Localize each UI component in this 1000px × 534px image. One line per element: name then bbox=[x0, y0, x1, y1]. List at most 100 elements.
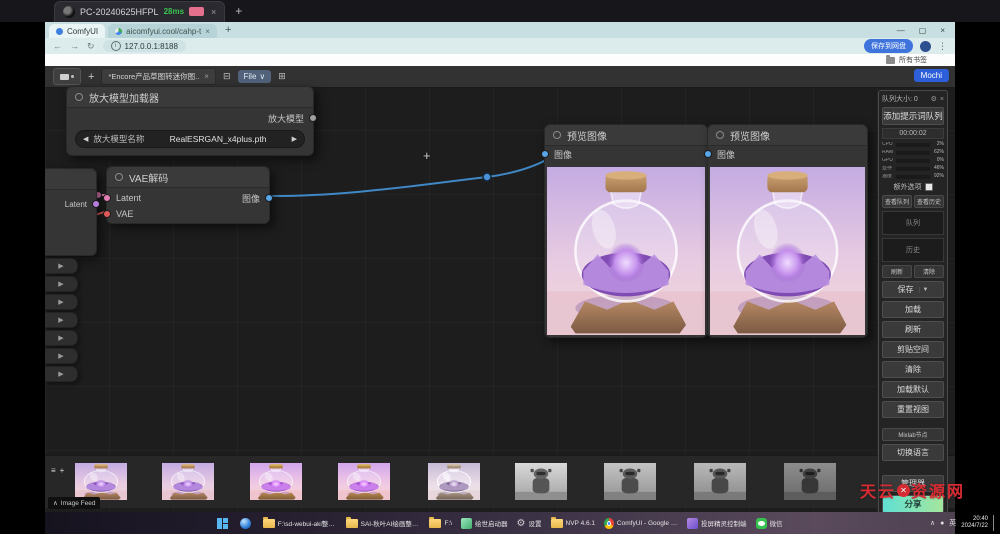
tray-status-icon[interactable]: ● bbox=[940, 520, 944, 527]
remote-session-tab[interactable]: PC-20240625HFPL 28ms × bbox=[54, 1, 225, 22]
close-workflow-icon[interactable]: × bbox=[204, 72, 209, 81]
close-tab-icon[interactable]: × bbox=[205, 27, 210, 36]
collapse-dot-icon[interactable] bbox=[75, 93, 83, 101]
show-desktop-button[interactable] bbox=[993, 515, 996, 531]
workflow-tab[interactable]: *Encore产品草图转迷你图.. × bbox=[101, 68, 216, 85]
save-workflow-icon[interactable]: ⊟ bbox=[223, 71, 231, 82]
collapsed-node[interactable]: ▶ bbox=[45, 294, 78, 310]
image-input-slot[interactable] bbox=[541, 150, 549, 158]
taskbar-launcher[interactable]: 绘世启动器 bbox=[461, 518, 508, 529]
feed-thumbnail[interactable] bbox=[784, 463, 836, 500]
profile-avatar[interactable] bbox=[920, 41, 931, 52]
collapsed-node[interactable]: ▶ bbox=[45, 312, 78, 328]
node-preview-image-2[interactable]: 预览图像 图像 bbox=[707, 124, 868, 338]
view-queue-button[interactable]: 查看队列 bbox=[882, 195, 912, 208]
upscale-model-name-widget[interactable]: ◀ 放大模型名称 RealESRGAN_x4plus.pth ▶ bbox=[75, 130, 305, 148]
clear-button[interactable]: 清除 bbox=[882, 361, 944, 378]
latent-output-slot[interactable] bbox=[92, 200, 100, 208]
collapse-dot-icon[interactable] bbox=[115, 173, 123, 181]
taskbar-app[interactable]: 投屏精灵控制端 bbox=[687, 518, 747, 529]
clock[interactable]: 20:40 2024/7/22 bbox=[961, 516, 988, 530]
taskbar-folder-3[interactable]: F:\ bbox=[429, 519, 452, 528]
maximize-window-icon[interactable]: ▢ bbox=[919, 26, 927, 35]
clipspace-button[interactable]: 剪贴空间 bbox=[882, 341, 944, 358]
upscale-model-output-slot[interactable] bbox=[309, 114, 317, 122]
vae-input-slot[interactable] bbox=[103, 210, 111, 218]
image-output-slot[interactable] bbox=[265, 194, 273, 202]
comfyui-canvas[interactable]: + *Encore产品草图转迷你图.. × ⊟ File ∨ ⊞ Mochi L… bbox=[45, 66, 955, 512]
collapsed-node[interactable]: ▶ bbox=[45, 258, 78, 274]
feed-thumbnail[interactable] bbox=[250, 463, 302, 500]
close-panel-icon[interactable]: × bbox=[940, 96, 944, 103]
collapse-dot-icon[interactable] bbox=[553, 131, 561, 139]
back-icon[interactable]: ← bbox=[53, 41, 62, 51]
view-history-button[interactable]: 查看历史 bbox=[914, 195, 944, 208]
load-default-button[interactable]: 加载默认 bbox=[882, 381, 944, 398]
file-menu-button[interactable]: File ∨ bbox=[238, 70, 272, 83]
forward-icon[interactable]: → bbox=[70, 41, 79, 51]
new-tab-button[interactable]: + bbox=[225, 24, 231, 36]
collapse-dot-icon[interactable] bbox=[716, 131, 724, 139]
browser-tab-comfyui[interactable]: ComfyUI bbox=[49, 24, 105, 38]
new-workflow-button[interactable]: + bbox=[88, 71, 94, 83]
collapsed-node[interactable]: ▶ bbox=[45, 276, 78, 292]
image-input-slot[interactable] bbox=[704, 150, 712, 158]
taskbar-folder-1[interactable]: F:\sd-webui-aki整合包 bbox=[263, 518, 337, 528]
browser-menu-icon[interactable]: ⋮ bbox=[938, 41, 947, 52]
feed-list-icon[interactable]: ≡ bbox=[51, 466, 56, 475]
new-session-button[interactable]: + bbox=[235, 4, 242, 18]
feed-pin-icon[interactable]: + bbox=[60, 466, 65, 475]
taskbar-wechat[interactable]: 微信 bbox=[756, 518, 783, 529]
latent-input-slot[interactable] bbox=[103, 194, 111, 202]
layout-grid-icon[interactable]: ⊞ bbox=[278, 71, 286, 82]
address-bar[interactable]: i 127.0.0.1:8188 bbox=[103, 40, 186, 52]
node-partial-left[interactable]: Latent bbox=[45, 168, 97, 256]
next-value-icon[interactable]: ▶ bbox=[292, 135, 297, 143]
feed-thumbnail[interactable] bbox=[75, 463, 127, 500]
mochi-button[interactable]: Mochi bbox=[914, 69, 949, 82]
reset-view-button[interactable]: 重置视图 bbox=[882, 401, 944, 418]
taskbar-browser[interactable] bbox=[240, 518, 254, 529]
feed-thumbnail[interactable] bbox=[515, 463, 567, 500]
feed-thumbnail[interactable] bbox=[338, 463, 390, 500]
settings-gear-icon[interactable]: ⚙ bbox=[931, 95, 937, 103]
image-feed-label[interactable]: ∧ Image Feed bbox=[48, 497, 100, 509]
feed-thumbnail[interactable] bbox=[428, 463, 480, 500]
switch-language-button[interactable]: 切换语言 bbox=[882, 444, 944, 461]
browser-tab-secondary[interactable]: aicomfyui.cool/cahp-t × bbox=[108, 24, 217, 38]
queue-prompt-button[interactable]: 添加提示词队列 bbox=[882, 107, 944, 125]
taskbar-chrome[interactable]: ComfyUI - Google Chro bbox=[604, 518, 678, 529]
feed-thumbnail[interactable] bbox=[604, 463, 656, 500]
extension-badge[interactable]: 保存到网盘 bbox=[864, 39, 913, 53]
close-session-icon[interactable]: × bbox=[211, 7, 216, 17]
taskbar-folder-4[interactable]: NVP 4.6.1 bbox=[551, 519, 596, 528]
minimize-window-icon[interactable]: — bbox=[897, 26, 905, 35]
collapsed-node[interactable]: ▶ bbox=[45, 366, 78, 382]
taskbar-settings[interactable]: ⚙设置 bbox=[517, 518, 542, 529]
ime-indicator[interactable]: 英 bbox=[949, 518, 956, 528]
refresh-button[interactable]: 刷新 bbox=[882, 321, 944, 338]
extra-options-checkbox[interactable] bbox=[925, 183, 933, 191]
site-info-icon[interactable]: i bbox=[111, 41, 121, 51]
save-button[interactable]: 保存 ▼ bbox=[882, 281, 944, 298]
start-button[interactable] bbox=[217, 518, 231, 529]
mixlab-nodes-button[interactable]: Mixlab节点 bbox=[882, 428, 944, 441]
workflows-button[interactable] bbox=[53, 68, 81, 85]
prev-value-icon[interactable]: ◀ bbox=[83, 135, 88, 143]
load-button[interactable]: 加载 bbox=[882, 301, 944, 318]
node-preview-image-1[interactable]: 预览图像 图像 bbox=[544, 124, 708, 338]
taskbar-folder-2[interactable]: SAI-秋叶AI绘画整合包 bbox=[346, 518, 420, 528]
node-vae-decode[interactable]: VAE解码 Latent 图像 VAE bbox=[106, 166, 270, 224]
refresh-small-button[interactable]: 刷新 bbox=[882, 265, 912, 278]
collapsed-node[interactable]: ▶ bbox=[45, 330, 78, 346]
collapsed-node[interactable]: ▶ bbox=[45, 348, 78, 364]
clear-small-button[interactable]: 清除 bbox=[914, 265, 944, 278]
save-dropdown-icon[interactable]: ▼ bbox=[919, 287, 929, 293]
all-bookmarks-button[interactable]: 所有书签 bbox=[886, 55, 927, 65]
reload-icon[interactable]: ↻ bbox=[87, 41, 95, 52]
tray-expand-icon[interactable]: ∧ bbox=[930, 519, 935, 527]
feed-thumbnail[interactable] bbox=[162, 463, 214, 500]
node-upscale-model-loader[interactable]: 放大模型加载器 放大模型 ◀ 放大模型名称 RealESRGAN_x4plus.… bbox=[66, 86, 314, 156]
close-window-icon[interactable]: × bbox=[940, 26, 945, 35]
feed-thumbnail[interactable] bbox=[694, 463, 746, 500]
